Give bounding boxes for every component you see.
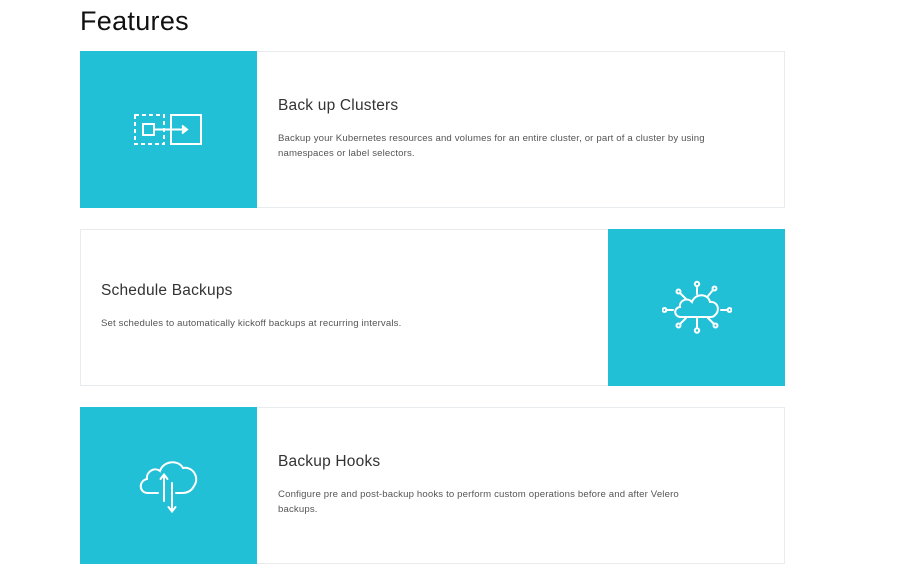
feature-icon-panel <box>80 407 257 564</box>
feature-icon-panel <box>608 229 785 386</box>
cloud-sync-icon <box>139 460 197 513</box>
features-section: Features Back up Clusters Backup your Ku… <box>0 0 899 588</box>
feature-card-back-up-clusters: Back up Clusters Backup your Kubernetes … <box>80 51 785 208</box>
feature-description: Backup your Kubernetes resources and vol… <box>278 133 705 159</box>
feature-text: Backup Hooks Configure pre and post-back… <box>278 453 708 517</box>
cloud-network-icon <box>661 280 732 334</box>
feature-text: Back up Clusters Backup your Kubernetes … <box>278 97 708 161</box>
cluster-backup-icon <box>133 113 202 145</box>
feature-card-schedule-backups: Schedule Backups Set schedules to automa… <box>80 229 785 386</box>
feature-icon-panel <box>80 51 257 208</box>
feature-title: Schedule Backups <box>101 282 233 299</box>
page-title: Features <box>80 6 189 36</box>
feature-title: Back up Clusters <box>278 97 399 114</box>
feature-card-backup-hooks: Backup Hooks Configure pre and post-back… <box>80 407 785 564</box>
feature-title: Backup Hooks <box>278 453 381 470</box>
feature-description: Configure pre and post-backup hooks to p… <box>278 489 679 515</box>
feature-text: Schedule Backups Set schedules to automa… <box>101 282 571 331</box>
feature-description: Set schedules to automatically kickoff b… <box>101 318 402 329</box>
